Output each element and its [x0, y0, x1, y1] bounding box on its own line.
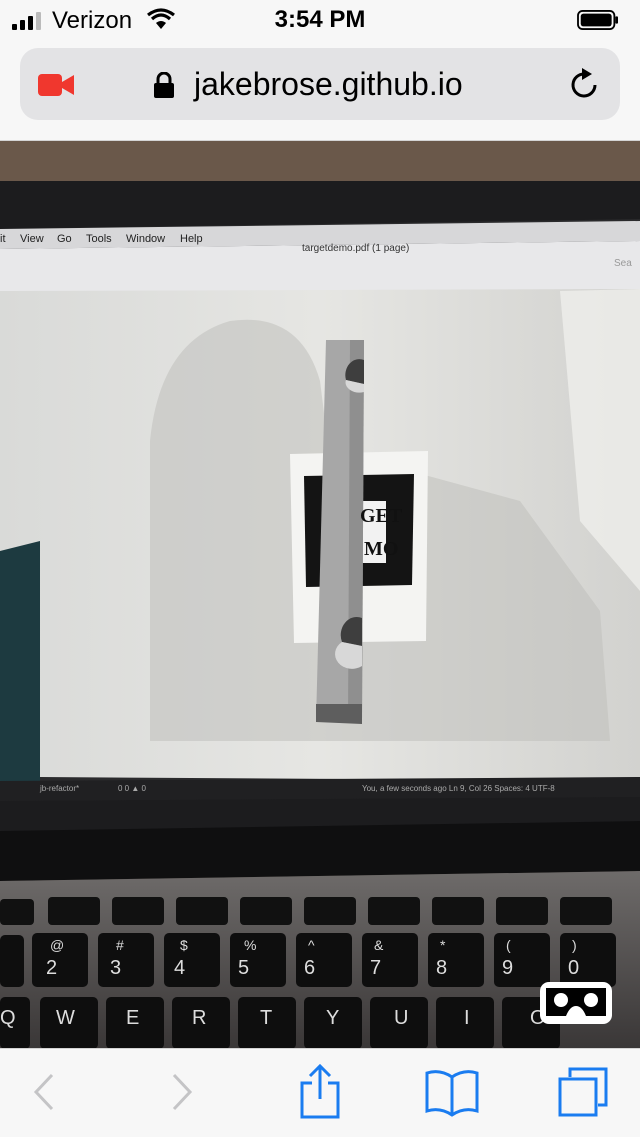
key-number: 6 [304, 957, 316, 979]
captured-menu-item: Go [57, 233, 72, 245]
key-number: 2 [46, 957, 58, 979]
key-symbol: @ [50, 937, 65, 953]
key-symbol: ) [572, 937, 577, 953]
browser-header: jakebrose.github.io [0, 40, 640, 141]
key-symbol: * [440, 937, 446, 953]
key-number: 9 [502, 957, 514, 979]
key-number: 4 [174, 957, 186, 979]
marker-text-top: GET [360, 505, 403, 527]
browser-toolbar [0, 1048, 640, 1137]
reload-icon[interactable] [568, 68, 602, 102]
ar-camera-view[interactable]: it View Go Tools Window Help targetdemo.… [0, 141, 640, 1048]
ar-3d-model [316, 340, 364, 724]
captured-menu-item: it [0, 233, 6, 245]
vr-headset-icon [546, 988, 606, 1016]
captured-problem-counts: 0 0 ▲ 0 [118, 784, 146, 793]
battery-icon [577, 10, 618, 30]
bookmarks-icon[interactable] [424, 1069, 480, 1117]
key-symbol: # [116, 937, 124, 953]
address-bar[interactable]: jakebrose.github.io [20, 48, 620, 120]
key-symbol: % [244, 937, 257, 953]
key-number: 5 [238, 957, 250, 979]
share-icon[interactable] [298, 1063, 342, 1119]
key-letter: T [260, 1007, 273, 1029]
key-number: 3 [110, 957, 122, 979]
captured-search-field: Sea [614, 258, 632, 269]
key-symbol: ( [506, 937, 511, 953]
key-letter: W [56, 1007, 75, 1029]
captured-menu-item: Help [180, 233, 203, 245]
marker-text-bottom: MO [364, 538, 399, 560]
vr-mode-button[interactable] [540, 982, 612, 1024]
key-letter: Y [326, 1007, 340, 1029]
key-number: 0 [568, 957, 580, 979]
key-symbol: ^ [308, 937, 315, 953]
captured-menu-item: View [20, 233, 44, 245]
captured-editor-status: You, a few seconds ago Ln 9, Col 26 Spac… [362, 784, 555, 793]
key-letter: Q [0, 1007, 16, 1029]
key-letter: I [464, 1007, 470, 1029]
tabs-icon[interactable] [556, 1065, 610, 1117]
status-bar: Verizon 3:54 PM [0, 0, 640, 40]
captured-git-branch: jb-refactor* [40, 784, 80, 793]
captured-pdf-title: targetdemo.pdf (1 page) [302, 243, 410, 254]
back-icon[interactable] [30, 1067, 58, 1117]
key-letter: E [126, 1007, 140, 1029]
key-letter: U [394, 1007, 409, 1029]
key-number: 8 [436, 957, 448, 979]
url-text[interactable]: jakebrose.github.io [194, 66, 463, 103]
lock-icon [154, 72, 174, 98]
captured-menu-item: Tools [86, 233, 112, 245]
clock: 3:54 PM [274, 6, 366, 33]
key-letter: R [192, 1007, 207, 1029]
key-number: 7 [370, 957, 382, 979]
key-symbol: $ [180, 937, 188, 953]
key-symbol: & [374, 937, 384, 953]
captured-menu-item: Window [126, 233, 166, 245]
forward-icon[interactable] [168, 1067, 196, 1117]
camera-recording-icon[interactable] [38, 74, 76, 96]
